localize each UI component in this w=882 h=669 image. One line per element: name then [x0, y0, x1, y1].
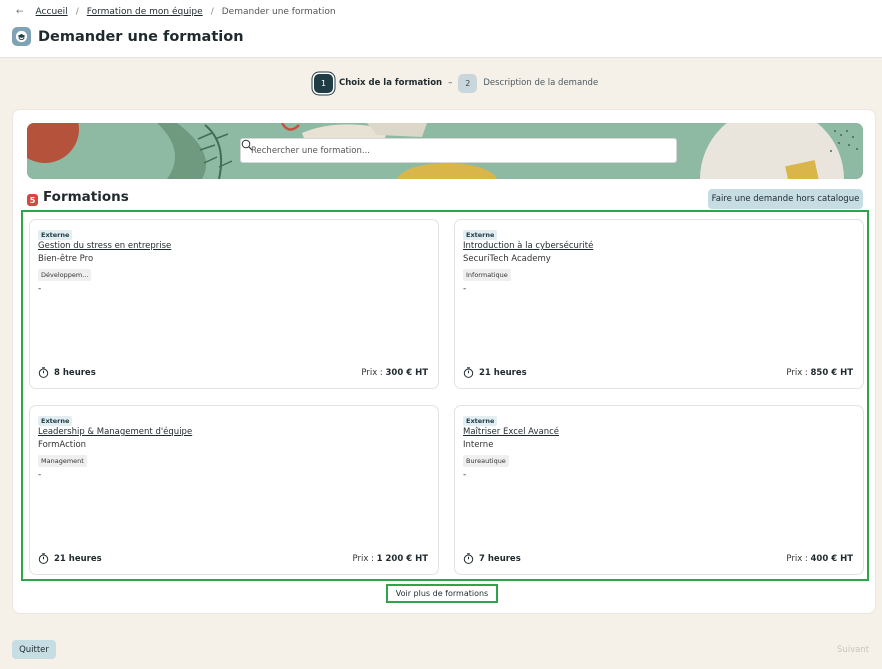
breadcrumb-link-accueil[interactable]: Accueil [36, 7, 68, 17]
formation-duration-text: 7 heures [479, 553, 521, 564]
stepper: 1 Choix de la formation – 2 Description … [314, 73, 598, 93]
breadcrumb-current: Demander une formation [221, 7, 336, 17]
formation-duration: 21 heures [463, 367, 527, 378]
formation-description: - [38, 284, 42, 294]
step-1-number[interactable]: 1 [314, 73, 333, 93]
search-icon[interactable] [241, 139, 253, 151]
formation-duration-text: 21 heures [54, 553, 102, 564]
formation-card[interactable]: Externe Maîtriser Excel Avancé Interne B… [454, 405, 864, 575]
formation-category-tag: Management [38, 455, 87, 467]
top-bar: ← Accueil / Formation de mon équipe / De… [0, 0, 882, 58]
formation-type-badge: Externe [463, 230, 498, 240]
formation-type-badge: Externe [38, 416, 73, 426]
formation-description: - [463, 284, 467, 294]
step-2-label[interactable]: Description de la demande [483, 78, 598, 88]
formation-card[interactable]: Externe Leadership & Management d'équipe… [29, 405, 439, 575]
stopwatch-icon [38, 553, 49, 564]
stopwatch-icon [38, 367, 49, 378]
breadcrumb-separator: / [210, 7, 214, 17]
formation-title-link[interactable]: Introduction à la cybersécurité [463, 241, 593, 251]
page-header: Demander une formation [12, 27, 244, 46]
step-2-number[interactable]: 2 [458, 73, 478, 93]
next-button[interactable]: Suivant [830, 640, 876, 659]
step-separator: – [448, 78, 453, 88]
formations-panel: 5 Formations Faire une demande hors cata… [12, 109, 876, 614]
search-box[interactable] [240, 138, 677, 163]
breadcrumb-separator: / [75, 7, 79, 17]
formation-duration: 8 heures [38, 367, 96, 378]
formation-description: - [463, 470, 467, 480]
formation-title-link[interactable]: Maîtriser Excel Avancé [463, 427, 559, 437]
formation-card[interactable]: Externe Gestion du stress en entreprise … [29, 219, 439, 389]
formation-price: Prix : 850 € HT [786, 368, 853, 378]
formation-duration: 21 heures [38, 553, 102, 564]
formation-duration-text: 8 heures [54, 367, 96, 378]
page-title: Demander une formation [38, 28, 244, 45]
formation-description: - [38, 470, 42, 480]
formation-title-link[interactable]: Gestion du stress en entreprise [38, 241, 171, 251]
stopwatch-icon [463, 553, 474, 564]
quit-button[interactable]: Quitter [12, 640, 56, 659]
hors-catalogue-button[interactable]: Faire une demande hors catalogue [708, 189, 863, 209]
formation-provider: Interne [463, 440, 494, 450]
formation-type-badge: Externe [463, 416, 498, 426]
formation-category-tag: Développem... [38, 269, 92, 281]
formations-grid: Externe Gestion du stress en entreprise … [21, 210, 869, 581]
formation-category-tag: Informatique [463, 269, 511, 281]
formation-provider: Bien-être Pro [38, 254, 94, 264]
breadcrumb: ← Accueil / Formation de mon équipe / De… [16, 5, 336, 19]
graduation-cap-icon [12, 27, 31, 46]
formation-price: Prix : 400 € HT [786, 554, 853, 564]
search-banner [27, 123, 863, 179]
formation-title-link[interactable]: Leadership & Management d'équipe [38, 427, 192, 437]
formation-provider: SecuriTech Academy [463, 254, 551, 264]
formation-type-badge: Externe [38, 230, 73, 240]
breadcrumb-link-formation-equipe[interactable]: Formation de mon équipe [87, 7, 203, 17]
stopwatch-icon [463, 367, 474, 378]
formation-category-tag: Bureautique [463, 455, 509, 467]
formation-duration: 7 heures [463, 553, 521, 564]
step-1-label[interactable]: Choix de la formation [339, 78, 442, 88]
back-arrow-icon[interactable]: ← [16, 7, 24, 17]
formations-count-badge: 5 [27, 194, 38, 206]
formations-title: Formations [43, 189, 129, 205]
formation-price: Prix : 1 200 € HT [352, 554, 428, 564]
search-input[interactable] [251, 145, 666, 156]
formation-provider: FormAction [38, 440, 87, 450]
voir-plus-button[interactable]: Voir plus de formations [386, 584, 498, 603]
formation-price: Prix : 300 € HT [361, 368, 428, 378]
formation-card[interactable]: Externe Introduction à la cybersécurité … [454, 219, 864, 389]
formation-duration-text: 21 heures [479, 367, 527, 378]
